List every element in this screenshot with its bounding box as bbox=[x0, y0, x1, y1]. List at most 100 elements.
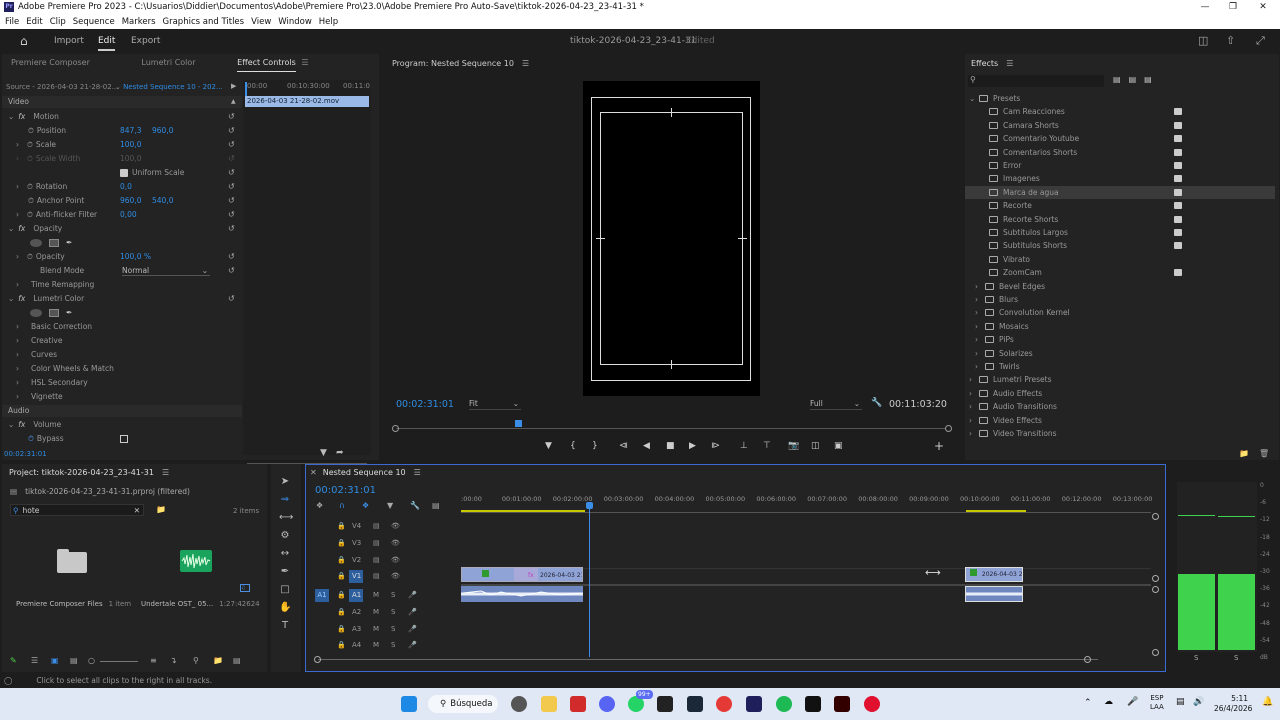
ellipse-mask-icon[interactable] bbox=[30, 309, 42, 317]
linked-selection-icon[interactable]: ❖ bbox=[362, 501, 369, 510]
reset-icon[interactable]: ↺ bbox=[228, 110, 238, 124]
preset-item[interactable]: Recorte Shorts bbox=[965, 213, 1275, 226]
find-icon[interactable]: ⚲ bbox=[193, 656, 199, 665]
mark-in-icon[interactable]: { bbox=[570, 441, 576, 451]
reset-icon[interactable]: ↺ bbox=[228, 124, 238, 138]
pen-mask-icon[interactable]: ✒ bbox=[66, 236, 72, 250]
vscroll-handle[interactable] bbox=[1152, 513, 1159, 520]
epic-games-icon[interactable] bbox=[657, 696, 673, 712]
preset-item[interactable]: Imagenes bbox=[965, 172, 1275, 185]
source-label[interactable]: Source - 2026-04-03 21-28-02... bbox=[6, 83, 118, 91]
effects-search-input[interactable]: ⚲ bbox=[968, 75, 1104, 87]
chevron-right-icon[interactable]: › bbox=[969, 387, 979, 400]
panel-menu-icon[interactable]: ☰ bbox=[522, 59, 529, 68]
tray-chevron-icon[interactable]: ⌃ bbox=[1084, 698, 1092, 708]
menu-window[interactable]: Window bbox=[278, 17, 312, 27]
stopwatch-icon[interactable]: ⏱ bbox=[27, 140, 33, 149]
rectangle-mask-icon[interactable] bbox=[49, 309, 59, 317]
fx-icon[interactable]: fx bbox=[18, 224, 25, 233]
ellipse-mask-icon[interactable] bbox=[30, 239, 42, 247]
stopwatch-icon[interactable]: ⏱ bbox=[27, 210, 33, 219]
program-playhead[interactable] bbox=[515, 420, 522, 427]
uniform-scale-checkbox[interactable] bbox=[120, 169, 128, 177]
preset-item[interactable]: Comentarios Shorts bbox=[965, 146, 1275, 159]
quality-select[interactable]: Full ⌄ bbox=[810, 399, 862, 410]
preset-item[interactable]: Recorte bbox=[965, 199, 1275, 212]
filter-icon[interactable]: ▼ bbox=[320, 448, 327, 458]
chevron-right-icon[interactable]: › bbox=[975, 333, 985, 346]
horizontal-zoom-bar[interactable] bbox=[318, 659, 1098, 660]
lock-icon[interactable]: 🔒 bbox=[337, 621, 346, 638]
panel-menu-icon[interactable]: ☰ bbox=[301, 54, 308, 72]
stopwatch-icon[interactable]: ⏱ bbox=[28, 196, 34, 205]
fx-icon[interactable]: fx bbox=[18, 294, 25, 303]
chevron-right-icon[interactable]: › bbox=[975, 306, 985, 319]
tab-export[interactable]: Export bbox=[131, 29, 160, 53]
zoom-start-handle[interactable] bbox=[314, 656, 321, 663]
camera-icon[interactable]: 📷 bbox=[788, 441, 799, 451]
chrome-icon[interactable] bbox=[716, 696, 732, 712]
solo-button[interactable]: S bbox=[391, 604, 395, 621]
maximize-button[interactable]: ❐ bbox=[1218, 0, 1248, 15]
solo-left-button[interactable]: S bbox=[1194, 654, 1198, 662]
audio-clip-1[interactable] bbox=[461, 586, 583, 602]
chevron-right-icon[interactable]: › bbox=[969, 427, 979, 440]
add-marker-icon[interactable]: ▼ bbox=[387, 501, 393, 510]
illustrator-icon[interactable] bbox=[834, 696, 850, 712]
add-marker-icon[interactable]: ▼ bbox=[545, 441, 552, 451]
slip-tool-icon[interactable]: ↔ bbox=[279, 548, 291, 560]
preset-item[interactable]: Cam Reacciones bbox=[965, 105, 1275, 118]
freeform-view-icon[interactable]: ▤ bbox=[70, 656, 78, 665]
multicam-icon[interactable]: ▣ bbox=[834, 441, 843, 451]
preset-item[interactable]: Vibrato bbox=[965, 253, 1275, 266]
chevron-right-icon[interactable]: › bbox=[975, 293, 985, 306]
lock-icon[interactable]: 🔒 bbox=[337, 552, 346, 569]
chevron-right-icon[interactable]: › bbox=[975, 347, 985, 360]
lock-icon[interactable]: 🔒 bbox=[337, 518, 346, 535]
reset-icon[interactable]: ↺ bbox=[228, 250, 238, 264]
32bit-effects-icon[interactable]: ▤ bbox=[1129, 75, 1137, 84]
export-frame-icon[interactable]: ➦ bbox=[336, 448, 344, 458]
tab-import[interactable]: Import bbox=[54, 29, 84, 53]
playhead-handle[interactable] bbox=[586, 502, 593, 509]
fit-select[interactable]: Fit ⌄ bbox=[469, 399, 521, 410]
motion-row[interactable]: ⌄ fx Motion bbox=[2, 110, 59, 124]
preset-item[interactable]: Subtitulos Largos bbox=[965, 226, 1275, 239]
premiere-taskbar-icon[interactable] bbox=[746, 696, 762, 712]
preset-category[interactable]: › Twirls bbox=[965, 360, 1275, 373]
reset-icon[interactable]: ↺ bbox=[228, 222, 238, 236]
volume-row[interactable]: ⌄ fx Volume bbox=[2, 418, 61, 432]
folder-icon[interactable] bbox=[57, 552, 87, 573]
preset-category[interactable]: › Blurs bbox=[965, 293, 1275, 306]
notifications-icon[interactable]: 🔔 bbox=[1262, 697, 1273, 707]
wrench-icon[interactable]: 🔧 bbox=[871, 398, 882, 408]
zoom-slider[interactable] bbox=[100, 661, 138, 662]
mic-icon[interactable]: 🎤 bbox=[408, 621, 417, 638]
opacity-row[interactable]: ⌄ fx Opacity bbox=[2, 222, 62, 236]
taskbar-search[interactable]: ⚲ Búsqueda bbox=[428, 695, 498, 713]
fx-icon[interactable]: fx bbox=[18, 112, 25, 121]
list-view-icon[interactable]: ☰ bbox=[31, 656, 38, 665]
step-forward-icon[interactable]: ▶ bbox=[689, 441, 696, 451]
effects-folder[interactable]: › Audio Transitions bbox=[965, 400, 1275, 413]
video-track-header-v1[interactable]: 🔒 V1 ▤ 👁 bbox=[306, 568, 456, 585]
stop-icon[interactable]: ■ bbox=[666, 441, 675, 451]
panel-menu-icon[interactable]: ☰ bbox=[414, 468, 421, 477]
time-remapping-label[interactable]: Time Remapping bbox=[31, 280, 94, 289]
mic-icon[interactable]: 🎤 bbox=[408, 604, 417, 621]
clock[interactable]: 5:11 26/4/2026 bbox=[1214, 694, 1252, 714]
audio-track-header-a4[interactable]: 🔒 A4 M S 🎤 bbox=[306, 637, 456, 654]
solo-button[interactable]: S bbox=[391, 587, 395, 604]
go-to-in-icon[interactable]: ⧏ bbox=[619, 441, 628, 451]
automate-icon[interactable]: ↴ bbox=[170, 656, 177, 665]
position-x-value[interactable]: 847,3 bbox=[120, 124, 141, 138]
effect-timecode[interactable]: 00:02:31:01 bbox=[4, 450, 47, 458]
audio-track-header-a1[interactable]: A1 🔒 A1 M S 🎤 bbox=[306, 587, 456, 604]
audio-track-header-a3[interactable]: 🔒 A3 M S 🎤 bbox=[306, 621, 456, 638]
lock-icon[interactable]: 🔒 bbox=[337, 587, 346, 604]
menu-clip[interactable]: Clip bbox=[50, 17, 66, 27]
lock-icon[interactable]: 🔒 bbox=[337, 535, 346, 552]
sync-lock-icon[interactable]: ▤ bbox=[373, 568, 380, 585]
reset-icon[interactable]: ↺ bbox=[228, 138, 238, 152]
steam-icon[interactable] bbox=[687, 696, 703, 712]
